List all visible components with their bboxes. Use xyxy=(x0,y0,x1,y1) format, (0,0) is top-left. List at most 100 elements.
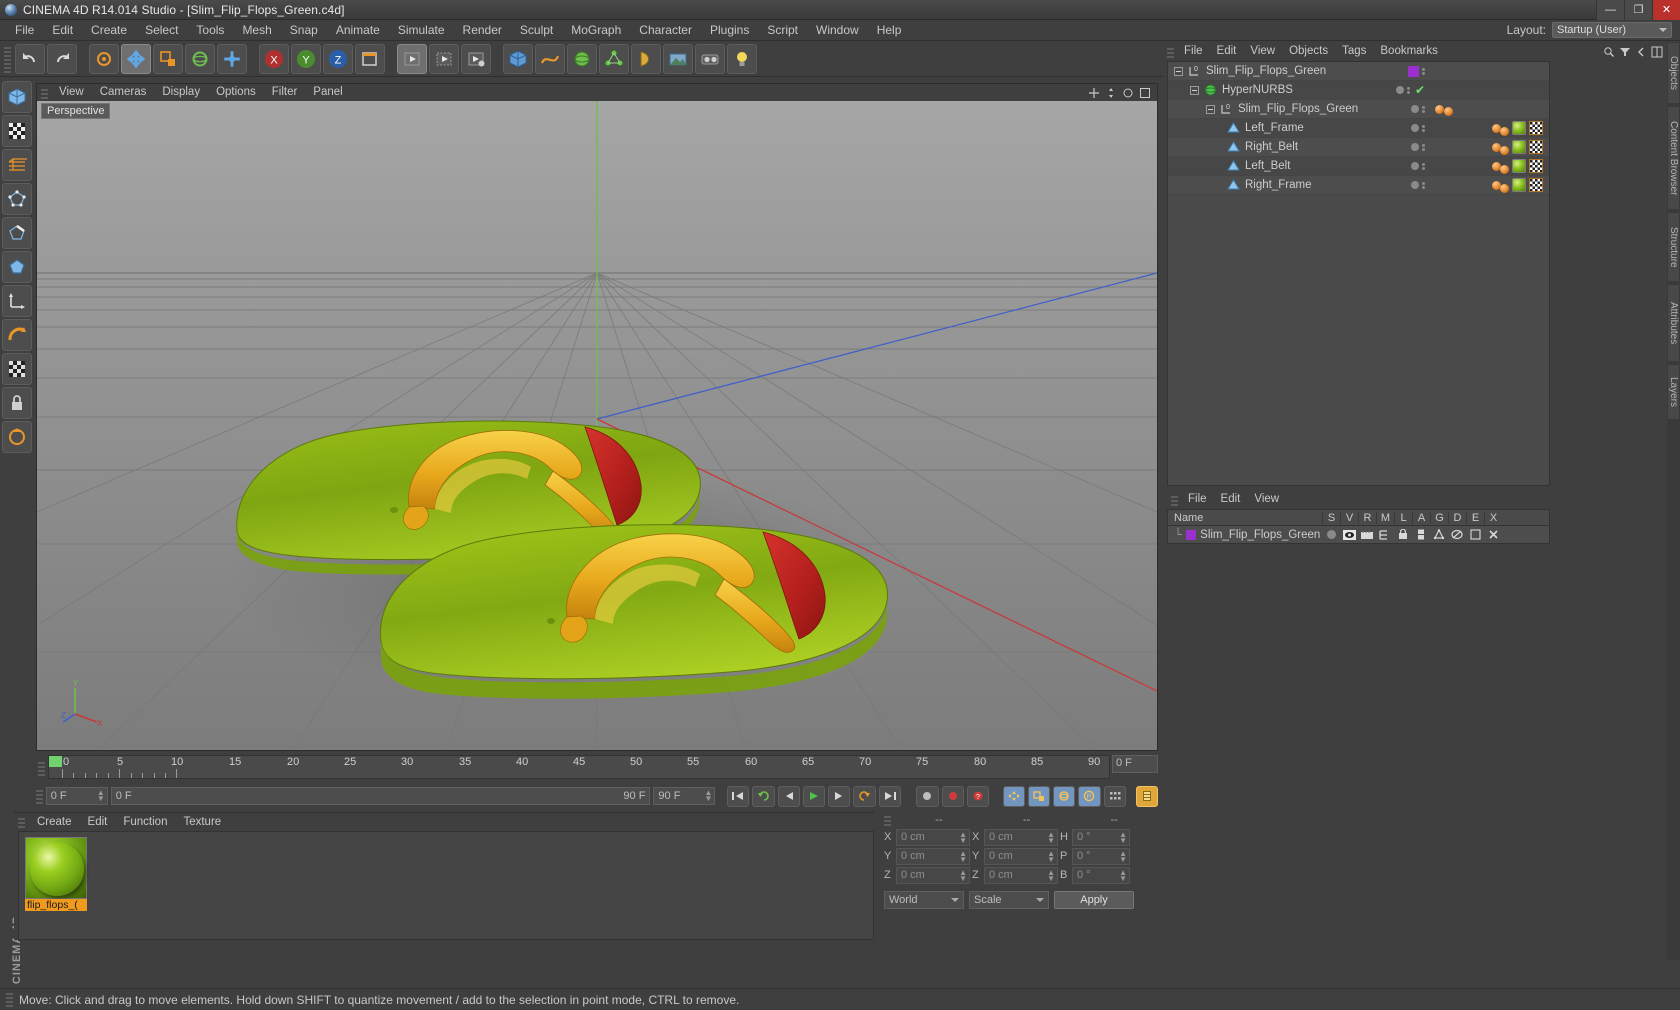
coordinate-mode-select[interactable]: Scale xyxy=(969,891,1049,909)
object-menu-edit[interactable]: Edit xyxy=(1210,42,1244,61)
filter-icon[interactable] xyxy=(1619,46,1631,58)
camera-button[interactable] xyxy=(695,43,725,74)
layer-cell-s[interactable] xyxy=(1322,530,1340,539)
object-row-slim-flip-flops-green-child[interactable]: 0 Slim_Flip_Flops_Green xyxy=(1168,100,1549,119)
current-time-marker[interactable] xyxy=(49,756,62,767)
material-tag-icon[interactable] xyxy=(1512,140,1526,154)
object-row-right-belt[interactable]: Right_Belt xyxy=(1168,138,1549,157)
menu-item-script[interactable]: Script xyxy=(758,20,807,41)
expander-icon[interactable] xyxy=(1174,66,1183,76)
next-keyframe-button[interactable] xyxy=(853,785,876,807)
axis-move-button[interactable] xyxy=(217,43,247,74)
object-tag-list[interactable] xyxy=(1492,140,1543,155)
status-bar-grip[interactable] xyxy=(6,992,13,1007)
layer-col-x[interactable]: X xyxy=(1484,511,1502,524)
close-button[interactable]: ✕ xyxy=(1652,0,1680,20)
object-tag-list[interactable] xyxy=(1492,178,1543,193)
visibility-dot[interactable] xyxy=(1411,105,1419,113)
texture-mode-button[interactable] xyxy=(2,115,32,147)
menu-item-file[interactable]: File xyxy=(6,20,43,41)
light-button[interactable] xyxy=(727,43,757,74)
material-item[interactable]: flip_flops_( xyxy=(25,837,87,911)
go-to-start-button[interactable] xyxy=(727,785,750,807)
layer-cell-v[interactable] xyxy=(1340,529,1358,540)
minimize-button[interactable]: — xyxy=(1596,0,1624,20)
enable-axis-button[interactable] xyxy=(2,319,32,351)
visibility-dots-icon[interactable] xyxy=(1422,124,1425,132)
layer-color-swatch[interactable] xyxy=(1408,65,1419,77)
maximize-viewport-icon[interactable] xyxy=(1139,87,1151,99)
timeline-current-frame-field[interactable]: 0 F xyxy=(1112,755,1158,773)
layer-col-r[interactable]: R xyxy=(1358,511,1376,524)
lock-button[interactable] xyxy=(2,387,32,419)
visibility-dot[interactable] xyxy=(1395,86,1404,94)
menu-item-select[interactable]: Select xyxy=(136,20,187,41)
timeline-track[interactable]: 0 5 10 15 20 25 30 35 40 45 50 55 60 65 … xyxy=(48,755,1110,779)
viewport-grid-button[interactable] xyxy=(2,353,32,385)
transport-grip[interactable] xyxy=(36,788,43,804)
spinner-icon[interactable]: ▲ ▼ xyxy=(1047,849,1055,863)
material-tag-icon[interactable] xyxy=(1512,178,1526,192)
menu-item-sculpt[interactable]: Sculpt xyxy=(511,20,562,41)
layer-cell-m[interactable] xyxy=(1376,529,1394,540)
play-button[interactable] xyxy=(802,785,826,807)
visibility-dots-icon[interactable] xyxy=(1422,67,1425,75)
layout-select[interactable]: Startup (User) xyxy=(1552,22,1672,38)
move-tool-button[interactable] xyxy=(121,43,151,74)
menu-item-edit[interactable]: Edit xyxy=(43,20,82,41)
viewport-menu-panel[interactable]: Panel xyxy=(305,84,350,101)
polygon-mode-button[interactable] xyxy=(2,251,32,283)
model-mode-button[interactable] xyxy=(2,81,32,113)
object-manager-grip[interactable] xyxy=(1167,45,1174,58)
object-visibility-dots[interactable] xyxy=(1411,124,1425,132)
layer-menu-view[interactable]: View xyxy=(1247,490,1286,509)
pan-icon[interactable] xyxy=(1088,87,1100,99)
material-menu-create[interactable]: Create xyxy=(29,816,80,828)
coordinate-system-select[interactable]: World xyxy=(884,891,964,909)
zoom-icon[interactable] xyxy=(1105,87,1117,99)
layer-cell-r[interactable] xyxy=(1358,529,1376,540)
deformer-button[interactable] xyxy=(631,43,661,74)
frame-start-field[interactable]: 0 F ▲ ▼ xyxy=(45,787,108,805)
record-active-objects-button[interactable] xyxy=(916,785,939,807)
layer-col-v[interactable]: V xyxy=(1340,511,1358,524)
uvw-tag-icon[interactable] xyxy=(1529,178,1543,192)
layer-col-e[interactable]: E xyxy=(1466,511,1484,524)
object-menu-bookmarks[interactable]: Bookmarks xyxy=(1373,42,1445,61)
rotation-key-button[interactable] xyxy=(1053,785,1076,807)
rotate-tool-button[interactable] xyxy=(185,43,215,74)
panel-layout-icon[interactable] xyxy=(1651,46,1663,58)
selection-tag-icon-2[interactable] xyxy=(1500,126,1509,136)
coordinates-grip[interactable] xyxy=(884,814,891,826)
layer-col-m[interactable]: M xyxy=(1376,511,1394,524)
object-menu-view[interactable]: View xyxy=(1243,42,1282,61)
material-menu-grip[interactable] xyxy=(18,816,25,828)
size-x-field[interactable]: 0 cm ▲ ▼ xyxy=(984,828,1058,846)
layer-cell-e[interactable] xyxy=(1466,529,1484,540)
layer-col-s[interactable]: S xyxy=(1322,511,1340,524)
render-view-button[interactable] xyxy=(397,43,427,74)
material-list[interactable]: flip_flops_( xyxy=(18,831,874,940)
keyframe-selection-button[interactable]: ? xyxy=(966,785,990,807)
selection-tag-icon-2[interactable] xyxy=(1500,183,1509,193)
timeline-settings-button[interactable] xyxy=(1135,785,1158,807)
menu-item-tools[interactable]: Tools xyxy=(187,20,233,41)
layer-cell-a[interactable] xyxy=(1412,529,1430,540)
apply-button[interactable]: Apply xyxy=(1054,891,1134,909)
go-to-end-button[interactable] xyxy=(878,785,901,807)
render-region-button[interactable] xyxy=(429,43,459,74)
viewport-canvas[interactable] xyxy=(37,101,1157,750)
spinner-icon[interactable]: ▲ ▼ xyxy=(959,830,967,844)
tab-content-browser[interactable]: Content Browser xyxy=(1667,106,1680,210)
search-icon[interactable] xyxy=(1603,46,1615,58)
layer-cell-d[interactable] xyxy=(1448,529,1466,540)
redo-button[interactable] xyxy=(47,43,77,74)
material-tag-icon[interactable] xyxy=(1512,121,1526,135)
menu-item-animate[interactable]: Animate xyxy=(327,20,389,41)
material-menu-function[interactable]: Function xyxy=(115,816,175,828)
step-forward-button[interactable] xyxy=(828,785,851,807)
undo-button[interactable] xyxy=(15,43,45,74)
lock-x-axis-button[interactable]: X xyxy=(259,43,289,74)
layer-col-d[interactable]: D xyxy=(1448,511,1466,524)
layer-name-cell[interactable]: └ Slim_Flip_Flops_Green xyxy=(1168,529,1322,541)
